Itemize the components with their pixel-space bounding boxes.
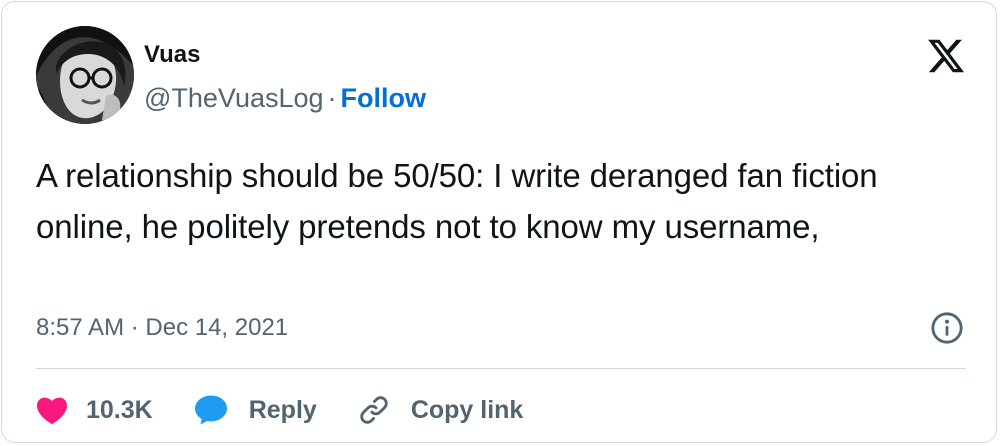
author-handle[interactable]: @TheVuasLog — [144, 83, 324, 113]
speech-bubble-icon — [194, 395, 227, 425]
divider — [36, 368, 966, 369]
tweet-timestamp[interactable]: 8:57 AM · Dec 14, 2021 — [36, 310, 288, 346]
reply-label: Reply — [248, 395, 317, 424]
tweet-card: Vuas @TheVuasLog · Follow A relationship s… — [1, 1, 997, 443]
link-icon — [360, 396, 388, 424]
copy-link-button[interactable]: Copy link — [357, 393, 524, 427]
x-logo-icon[interactable] — [926, 36, 966, 76]
like-count: 10.3K — [86, 395, 153, 424]
action-bar: 10.3K Reply Copy link — [36, 388, 563, 432]
separator-dot: · — [327, 83, 337, 113]
author-avatar[interactable] — [36, 26, 134, 124]
like-button[interactable]: 10.3K — [36, 395, 153, 425]
author-names: Vuas @TheVuasLog · Follow — [144, 40, 426, 116]
author-display-name[interactable]: Vuas — [144, 40, 426, 70]
reply-button[interactable]: Reply — [193, 394, 317, 426]
author-handle-row: @TheVuasLog · Follow — [144, 80, 426, 116]
tweet-text: A relationship should be 50/50: I write … — [36, 157, 878, 245]
heart-icon — [37, 397, 67, 425]
avatar-image — [36, 26, 134, 124]
info-icon[interactable] — [930, 311, 964, 345]
copy-link-label: Copy link — [410, 395, 524, 424]
tweet-header: Vuas @TheVuasLog · Follow — [36, 26, 966, 126]
follow-button[interactable]: Follow — [341, 83, 426, 113]
